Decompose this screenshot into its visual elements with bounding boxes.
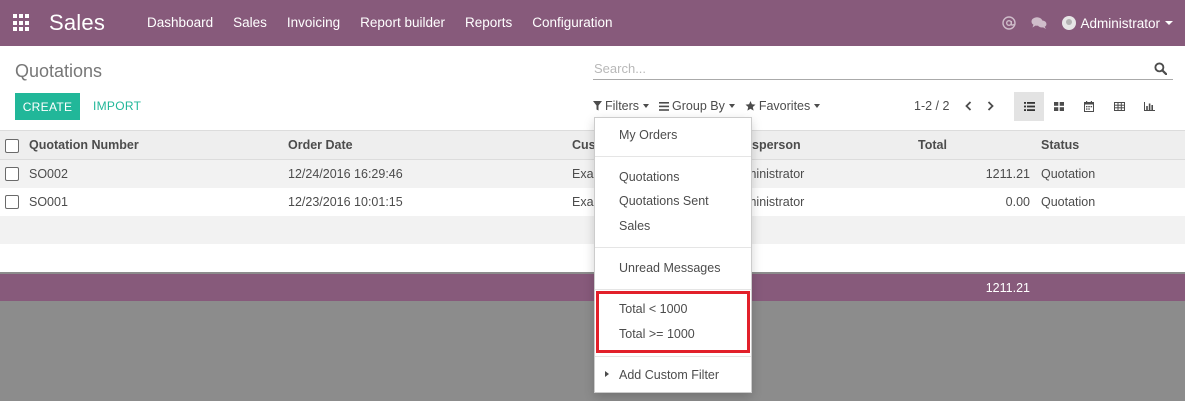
column-header-quotation-number[interactable]: Quotation Number: [29, 131, 139, 159]
create-button[interactable]: CREATE: [15, 93, 80, 120]
chevron-left-icon[interactable]: [957, 98, 979, 114]
table-row[interactable]: SO001 12/23/2016 10:01:15 Exa ministrato…: [0, 188, 1185, 216]
import-button[interactable]: IMPORT: [93, 93, 141, 120]
search-bar: [593, 58, 1173, 80]
menu-item-sales[interactable]: Sales: [223, 0, 277, 46]
filter-my-orders[interactable]: My Orders: [619, 124, 677, 146]
chevron-down-icon: [814, 104, 821, 108]
cell-quotation-number: SO001: [29, 195, 68, 209]
chevron-right-icon[interactable]: [979, 98, 1001, 114]
table-header: Quotation Number Order Date Cus sperson …: [0, 130, 1185, 160]
column-header-salesperson[interactable]: sperson: [752, 131, 801, 159]
chat-bubbles-icon[interactable]: [1024, 0, 1054, 46]
quotations-list: Quotation Number Order Date Cus sperson …: [0, 130, 1185, 401]
select-all-checkbox[interactable]: [5, 139, 19, 153]
footer-total: 1211.21: [985, 280, 1030, 295]
menu-item-invoicing[interactable]: Invoicing: [277, 0, 350, 46]
star-icon: [745, 101, 756, 111]
cell-status: Quotation: [1041, 195, 1096, 209]
kanban-view-icon: [1054, 102, 1064, 111]
favorites-toggle[interactable]: Favorites: [745, 99, 821, 113]
filter-quotations-sent[interactable]: Quotations Sent: [619, 190, 709, 212]
column-header-status[interactable]: Status: [1041, 131, 1079, 159]
mentions-at-icon[interactable]: [994, 0, 1024, 46]
user-avatar: [1062, 16, 1077, 30]
table-footer: 1211.21: [0, 274, 1185, 301]
bar-chart-icon: [1143, 102, 1155, 111]
pager: 1-2 / 2: [914, 98, 1001, 114]
row-checkbox[interactable]: [5, 195, 19, 209]
cell-salesperson: ministrator: [746, 167, 805, 181]
pivot-view-button[interactable]: [1104, 92, 1134, 121]
main-menu: Dashboard Sales Invoicing Report builder…: [137, 0, 623, 46]
column-header-order-date[interactable]: Order Date: [288, 131, 353, 159]
cell-total: 1211.21: [985, 167, 1030, 181]
list-view-button[interactable]: [1014, 92, 1044, 121]
calendar-view-icon: [1084, 101, 1094, 112]
filters-label: Filters: [605, 99, 640, 113]
menu-item-configuration[interactable]: Configuration: [522, 0, 622, 46]
cell-status: Quotation: [1041, 167, 1096, 181]
top-navbar: Sales Dashboard Sales Invoicing Report b…: [0, 0, 1185, 46]
cell-customer: Exa: [572, 195, 594, 209]
menu-item-dashboard[interactable]: Dashboard: [137, 0, 223, 46]
filters-dropdown: My Orders Quotations Quotations Sent Sal…: [594, 117, 752, 393]
caret-right-icon: [605, 371, 609, 377]
graph-view-button[interactable]: [1134, 92, 1164, 121]
user-name: Administrator: [1080, 15, 1160, 31]
cell-customer: Exa: [572, 167, 594, 181]
filters-toggle[interactable]: Filters: [593, 99, 650, 113]
cell-salesperson: ministrator: [746, 195, 805, 209]
list-bars-icon: [659, 101, 670, 111]
search-icon[interactable]: [1154, 62, 1167, 75]
column-header-total[interactable]: Total: [918, 131, 947, 159]
empty-row: [0, 216, 1185, 244]
group-by-label: Group By: [672, 99, 725, 113]
column-header-customer[interactable]: Cus: [572, 131, 596, 159]
row-checkbox[interactable]: [5, 167, 19, 181]
filter-unread-messages[interactable]: Unread Messages: [619, 257, 720, 279]
dropdown-divider: [595, 356, 751, 357]
cell-order-date: 12/24/2016 16:29:46: [288, 167, 403, 181]
page-title: Quotations: [15, 61, 103, 81]
chevron-down-icon: [728, 104, 735, 108]
chevron-down-icon: [643, 104, 650, 108]
highlight-box: [596, 291, 750, 353]
menu-item-report-builder[interactable]: Report builder: [350, 0, 455, 46]
dropdown-divider: [595, 247, 751, 248]
app-title: Sales: [49, 10, 106, 35]
group-by-toggle[interactable]: Group By: [659, 99, 735, 113]
chevron-down-icon: [1165, 21, 1173, 25]
menu-item-reports[interactable]: Reports: [455, 0, 522, 46]
empty-row: [0, 244, 1185, 272]
cell-total: 0.00: [1005, 195, 1030, 209]
favorites-label: Favorites: [758, 99, 811, 113]
dropdown-divider: [595, 156, 751, 157]
user-menu[interactable]: Administrator: [1054, 16, 1185, 31]
list-view-icon: [1023, 102, 1035, 111]
kanban-view-button[interactable]: [1044, 92, 1074, 121]
filter-funnel-icon: [593, 101, 602, 111]
filter-sales[interactable]: Sales: [619, 215, 650, 237]
table-row[interactable]: SO002 12/24/2016 16:29:46 Exa ministrato…: [0, 160, 1185, 188]
pager-value[interactable]: 1-2 / 2: [914, 99, 949, 113]
cell-order-date: 12/23/2016 10:01:15: [288, 195, 403, 209]
dropdown-divider: [595, 289, 751, 290]
search-options: Filters Group By Favorites: [593, 99, 830, 113]
pivot-table-icon: [1113, 102, 1125, 111]
filter-quotations[interactable]: Quotations: [619, 166, 679, 188]
search-input[interactable]: [593, 58, 1133, 78]
cell-quotation-number: SO002: [29, 167, 68, 181]
view-switcher: [1014, 92, 1164, 121]
calendar-view-button[interactable]: [1074, 92, 1104, 121]
add-custom-filter[interactable]: Add Custom Filter: [619, 364, 719, 386]
apps-menu-icon[interactable]: [13, 14, 31, 32]
